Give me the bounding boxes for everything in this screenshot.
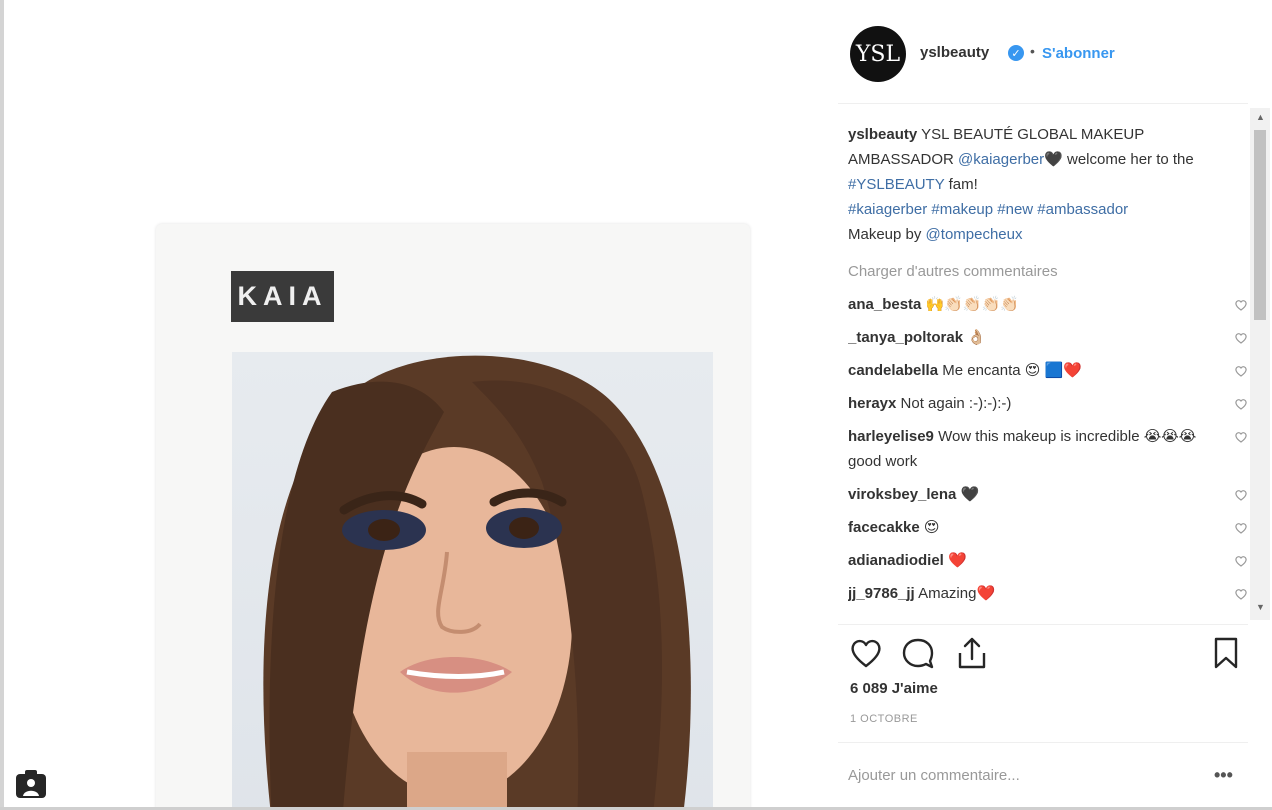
- follow-button[interactable]: S'abonner: [1042, 45, 1115, 62]
- comment-text: 😍: [923, 519, 940, 536]
- comment-row: viroksbey_lena 🖤: [848, 482, 1248, 507]
- caption-text: welcome her to the: [1067, 151, 1194, 168]
- avatar[interactable]: YSL: [850, 26, 906, 82]
- comment-like-heart-icon[interactable]: [1234, 430, 1248, 444]
- post-image[interactable]: KAIA: [156, 224, 750, 810]
- caption-text: Makeup by: [848, 226, 922, 243]
- caption-mention[interactable]: @kaiagerber: [958, 151, 1044, 168]
- comment-text: 🖤: [960, 486, 980, 503]
- avatar-monogram: YSL: [855, 41, 901, 67]
- verified-badge-icon: ✓: [1008, 45, 1024, 61]
- comment-text: 🙌👏🏻👏🏻👏🏻👏🏻: [925, 296, 1019, 313]
- post-media-area: KAIA: [4, 0, 838, 810]
- comment-row: facecakke 😍: [848, 515, 1248, 540]
- caption-mention[interactable]: @tompecheux: [926, 226, 1023, 243]
- scroll-thumb[interactable]: [1254, 130, 1266, 320]
- comment-username[interactable]: candelabella: [848, 362, 938, 379]
- scroll-up-arrow-icon[interactable]: ▲: [1256, 112, 1265, 122]
- comment-like-heart-icon[interactable]: [1234, 331, 1248, 345]
- scroll-down-arrow-icon[interactable]: ▼: [1256, 602, 1265, 612]
- comment-row: _tanya_poltorak 👌🏼: [848, 325, 1248, 350]
- caption-username[interactable]: yslbeauty: [848, 126, 917, 143]
- comment-rows: ana_besta 🙌👏🏻👏🏻👏🏻👏🏻 _tanya_poltorak 👌🏼 can…: [848, 292, 1248, 606]
- comment-username[interactable]: viroksbey_lena: [848, 486, 956, 503]
- likes-count[interactable]: 6 089 J'aime: [850, 680, 938, 697]
- like-heart-icon[interactable]: [848, 635, 884, 671]
- comment-row: adianadiodiel ❤️: [848, 548, 1248, 573]
- comment-bubble-icon[interactable]: [900, 635, 936, 671]
- comment-like-heart-icon[interactable]: [1234, 554, 1248, 568]
- comment-username[interactable]: herayx: [848, 395, 896, 412]
- post-header: YSL yslbeauty ✓ • S'abonner: [838, 0, 1248, 104]
- comment-like-heart-icon[interactable]: [1234, 521, 1248, 535]
- comment-text: Not again :-):-):-): [900, 395, 1012, 412]
- comment-username[interactable]: _tanya_poltorak: [848, 329, 963, 346]
- comment-row: herayx Not again :-):-):-): [848, 391, 1248, 416]
- caption-emoji: 🖤: [1044, 151, 1063, 168]
- post-actions: [838, 624, 1248, 680]
- comment-row: jj_9786_jj Amazing❤️: [848, 581, 1248, 606]
- caption-hashtag[interactable]: #YSLBEAUTY: [848, 176, 944, 193]
- header-username[interactable]: yslbeauty: [920, 44, 989, 61]
- comment-text: 👌🏼: [967, 329, 986, 346]
- comment-text: Me encanta 😍 🟦❤️: [942, 362, 1082, 379]
- header-separator: •: [1030, 43, 1035, 59]
- comment-like-heart-icon[interactable]: [1234, 364, 1248, 378]
- load-more-comments-button[interactable]: Charger d'autres commentaires: [848, 259, 1248, 284]
- caption-hashtags[interactable]: #kaiagerber #makeup #new #ambassador: [848, 201, 1128, 218]
- comments-list[interactable]: yslbeauty YSL BEAUTÉ GLOBAL MAKEUP AMBAS…: [848, 112, 1248, 624]
- comment-like-heart-icon[interactable]: [1234, 587, 1248, 601]
- comment-row: ana_besta 🙌👏🏻👏🏻👏🏻👏🏻: [848, 292, 1248, 317]
- camera-icon[interactable]: [14, 766, 48, 800]
- add-comment-input[interactable]: [848, 767, 1188, 784]
- post-date: 1 OCTOBRE: [850, 713, 918, 725]
- comment-row: candelabella Me encanta 😍 🟦❤️: [848, 358, 1248, 383]
- portrait-illustration: [263, 355, 691, 810]
- comment-text: ❤️: [948, 552, 967, 569]
- comment-username[interactable]: harleyelise9: [848, 428, 934, 445]
- comment-like-heart-icon[interactable]: [1234, 298, 1248, 312]
- comment-like-heart-icon[interactable]: [1234, 488, 1248, 502]
- comment-username[interactable]: facecakke: [848, 519, 920, 536]
- comments-scrollbar[interactable]: ▲ ▼: [1250, 108, 1270, 620]
- model-portrait: [232, 352, 713, 810]
- share-icon[interactable]: [954, 635, 990, 671]
- comment-like-heart-icon[interactable]: [1234, 397, 1248, 411]
- post-caption: yslbeauty YSL BEAUTÉ GLOBAL MAKEUP AMBAS…: [848, 122, 1248, 247]
- comment-username[interactable]: jj_9786_jj: [848, 585, 915, 602]
- comment-text: Amazing❤️: [918, 585, 996, 602]
- comment-username[interactable]: adianadiodiel: [848, 552, 944, 569]
- comment-row: harleyelise9 Wow this makeup is incredib…: [848, 424, 1248, 474]
- add-comment-bar: •••: [838, 742, 1248, 807]
- post-side-panel: YSL yslbeauty ✓ • S'abonner yslbeauty YS…: [838, 0, 1272, 807]
- caption-text: fam!: [948, 176, 978, 193]
- more-options-button[interactable]: •••: [1214, 765, 1233, 786]
- comment-username[interactable]: ana_besta: [848, 296, 921, 313]
- kaia-logo: KAIA: [231, 271, 334, 322]
- bookmark-icon[interactable]: [1208, 635, 1244, 671]
